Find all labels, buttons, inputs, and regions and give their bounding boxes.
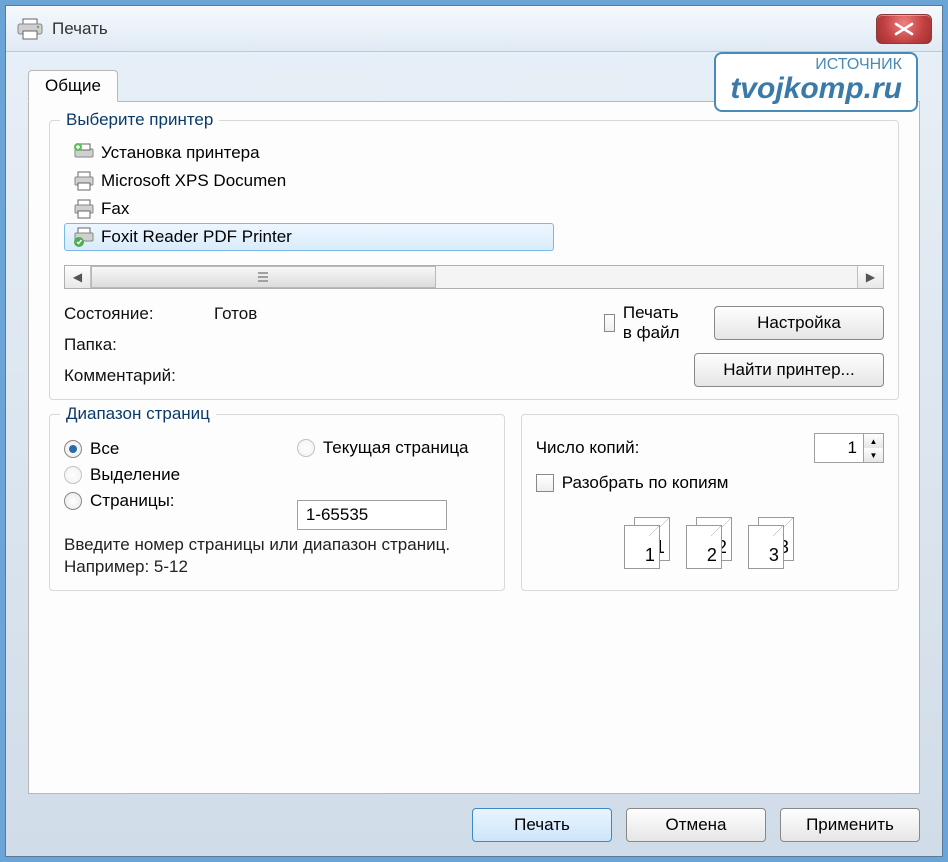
printer-group-legend: Выберите принтер: [60, 110, 219, 130]
page-icon: 1: [624, 525, 660, 569]
dialog-body: ИСТОЧНИК tvojkomp.ru Общие Выберите прин…: [6, 52, 942, 856]
copies-input[interactable]: [815, 434, 863, 462]
range-selection-radio[interactable]: [64, 466, 82, 484]
page-stack-2: 2 2: [686, 517, 734, 569]
print-to-file-checkbox[interactable]: [604, 314, 615, 332]
apply-button[interactable]: Применить: [780, 808, 920, 842]
page-range-group: Диапазон страниц Все Выделение: [49, 414, 505, 591]
tab-general[interactable]: Общие: [28, 70, 118, 102]
scroll-right-button[interactable]: ▶: [857, 266, 883, 288]
range-pages-radio[interactable]: [64, 492, 82, 510]
collate-checkbox[interactable]: [536, 474, 554, 492]
folder-label: Папка:: [64, 335, 214, 355]
window-title: Печать: [52, 19, 876, 39]
copies-down-button[interactable]: ▼: [864, 448, 883, 462]
arrow-left-icon: ◀: [73, 270, 82, 284]
arrow-right-icon: ▶: [866, 270, 875, 284]
range-pages-label: Страницы:: [90, 491, 175, 511]
page-icon: 3: [748, 525, 784, 569]
copies-up-button[interactable]: ▲: [864, 434, 883, 448]
watermark-url: tvojkomp.ru: [730, 74, 902, 104]
range-selection-label: Выделение: [90, 465, 180, 485]
page-stack-3: 3 3: [748, 517, 796, 569]
page-stack-1: 1 1: [624, 517, 672, 569]
printer-item-label: Microsoft XPS Documen: [101, 171, 286, 191]
pdf-printer-icon: [73, 227, 95, 247]
page-range-hint: Введите номер страницы или диапазон стра…: [64, 534, 490, 578]
collate-preview: 1 1 2 2 3 3: [536, 517, 884, 569]
printer-item-label: Fax: [101, 199, 129, 219]
copies-group: Число копий: ▲ ▼ Разобрать по копиям: [521, 414, 899, 591]
printer-item-label: Установка принтера: [101, 143, 260, 163]
scroll-left-button[interactable]: ◀: [65, 266, 91, 288]
pages-input[interactable]: [297, 500, 447, 530]
dialog-buttons: Печать Отмена Применить: [28, 794, 920, 842]
cancel-button[interactable]: Отмена: [626, 808, 766, 842]
print-dialog: Печать ИСТОЧНИК tvojkomp.ru Общие Выбери…: [5, 5, 943, 857]
printer-list: Установка принтера Microsoft XPS Documen: [64, 139, 884, 251]
tab-panel-general: Выберите принтер Установка принтера: [28, 101, 920, 794]
printer-icon: [73, 171, 95, 191]
range-current-radio[interactable]: [297, 439, 315, 457]
comment-label: Комментарий:: [64, 366, 214, 386]
copies-count-label: Число копий:: [536, 438, 804, 458]
printer-icon: [16, 18, 44, 40]
close-button[interactable]: [876, 14, 932, 44]
printer-group: Выберите принтер Установка принтера: [49, 120, 899, 400]
lower-panels: Диапазон страниц Все Выделение: [49, 414, 899, 591]
print-button[interactable]: Печать: [472, 808, 612, 842]
printer-item-add[interactable]: Установка принтера: [64, 139, 494, 167]
printer-item-label: Foxit Reader PDF Printer: [101, 227, 292, 247]
range-all-radio[interactable]: [64, 440, 82, 458]
copies-spinner[interactable]: ▲ ▼: [814, 433, 884, 463]
titlebar: Печать: [6, 6, 942, 52]
collate-label: Разобрать по копиям: [562, 473, 729, 493]
find-printer-button[interactable]: Найти принтер...: [694, 353, 884, 387]
printer-item-xps[interactable]: Microsoft XPS Documen: [64, 167, 494, 195]
source-watermark: ИСТОЧНИК tvojkomp.ru: [714, 52, 918, 112]
range-current-label: Текущая страница: [323, 439, 469, 458]
print-to-file-label: Печать в файл: [623, 303, 686, 343]
fax-icon: [73, 199, 95, 219]
printer-status: Состояние: Готов Печать в файл Настройка…: [64, 303, 884, 387]
close-icon: [893, 22, 915, 36]
scroll-track[interactable]: [91, 266, 857, 288]
range-all-label: Все: [90, 439, 119, 459]
scroll-thumb[interactable]: [91, 266, 436, 288]
page-icon: 2: [686, 525, 722, 569]
state-label: Состояние:: [64, 304, 214, 324]
printer-item-foxit[interactable]: Foxit Reader PDF Printer: [64, 223, 554, 251]
printer-list-scrollbar[interactable]: ◀ ▶: [64, 265, 884, 289]
printer-item-fax[interactable]: Fax: [64, 195, 494, 223]
page-range-legend: Диапазон страниц: [60, 404, 216, 424]
state-value: Готов: [214, 304, 634, 324]
add-printer-icon: [73, 143, 95, 163]
settings-button[interactable]: Настройка: [714, 306, 884, 340]
